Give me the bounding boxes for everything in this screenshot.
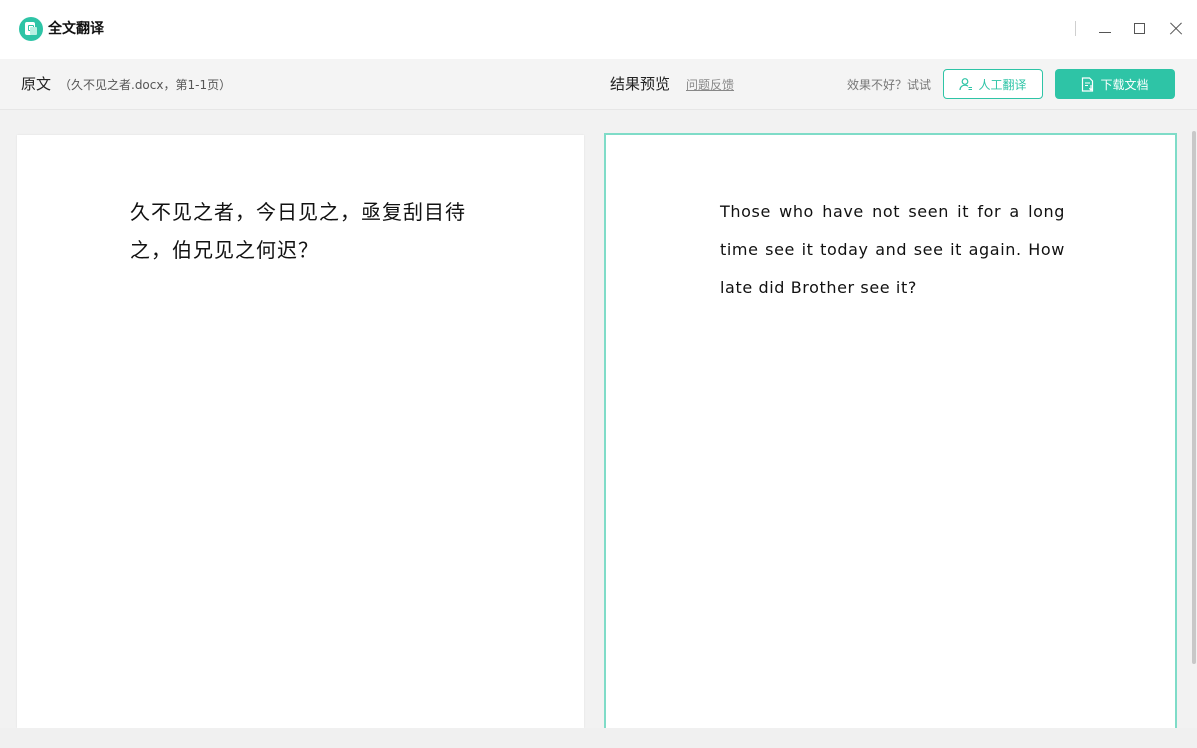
- source-text: 久不见之者，今日见之，亟复刮目待之，伯兄见之何迟？: [130, 200, 466, 262]
- feedback-link[interactable]: 问题反馈: [686, 76, 734, 94]
- titlebar-divider: [1075, 21, 1076, 36]
- app-title: 全文翻译: [48, 21, 104, 37]
- preview-label: 结果预览: [610, 75, 671, 93]
- download-document-label: 下载文档: [1100, 77, 1149, 92]
- title-bar: 全文翻译: [0, 0, 1197, 59]
- human-translate-button[interactable]: 人工翻译: [943, 69, 1043, 99]
- source-label: 原文: [21, 75, 52, 93]
- maximize-icon[interactable]: [1130, 19, 1150, 39]
- toolbar: 原文 （久不见之者.docx，第1-1页） 结果预览 问题反馈 效果不好？试试 …: [0, 59, 1197, 110]
- close-icon[interactable]: [1166, 19, 1186, 39]
- preview-scrollbar[interactable]: [1192, 131, 1196, 664]
- minimize-icon[interactable]: [1095, 19, 1115, 39]
- translated-text: Those who have not seen it for a long ti…: [720, 202, 1065, 297]
- translate-doc-icon: [19, 17, 43, 41]
- try-hint: 效果不好？试试: [847, 78, 932, 92]
- source-document-panel: 久不见之者，今日见之，亟复刮目待之，伯兄见之何迟？: [17, 135, 584, 728]
- download-doc-icon: [1081, 76, 1095, 92]
- translation-preview-panel: Those who have not seen it for a long ti…: [604, 133, 1177, 730]
- download-document-button[interactable]: 下载文档: [1055, 69, 1175, 99]
- source-file-info: （久不见之者.docx，第1-1页）: [59, 78, 232, 92]
- human-translate-label: 人工翻译: [978, 77, 1027, 92]
- bottom-strip: [0, 728, 1197, 748]
- person-icon: [959, 77, 973, 91]
